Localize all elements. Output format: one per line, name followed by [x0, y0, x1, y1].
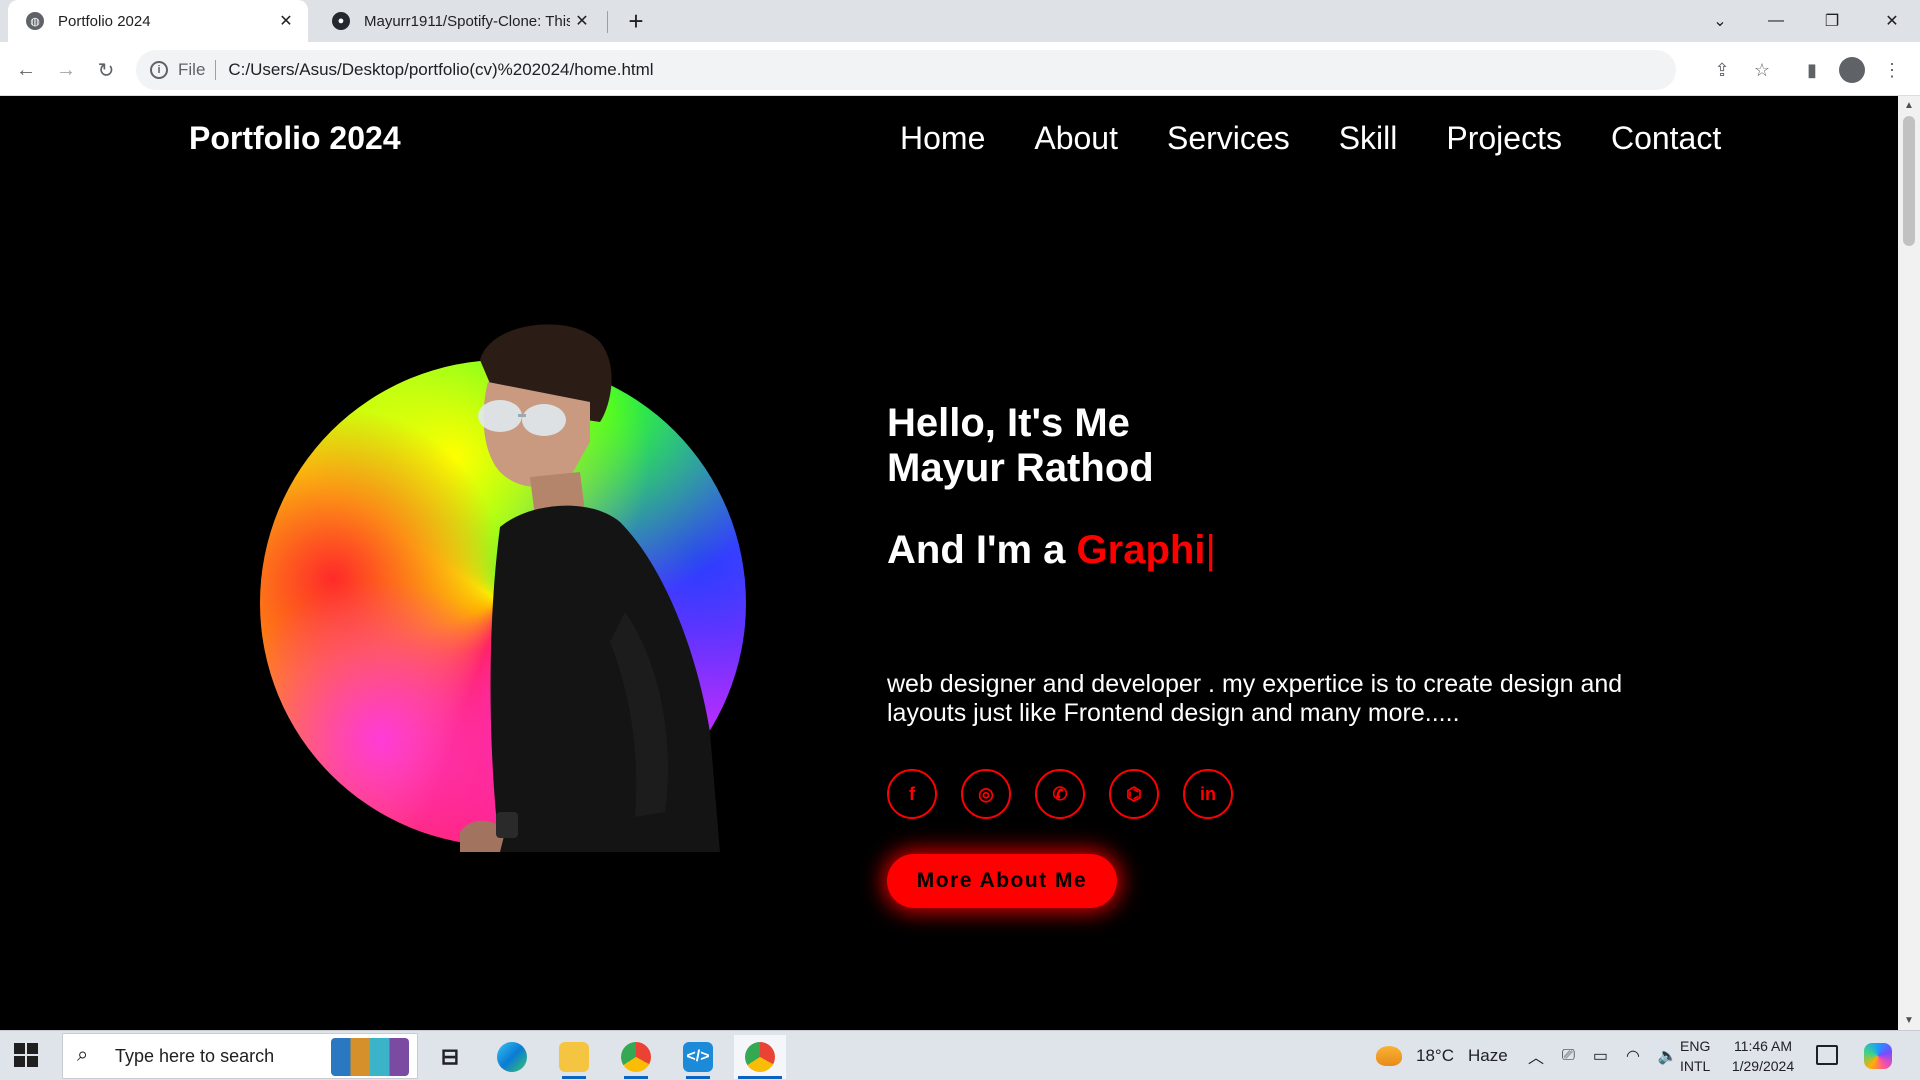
battery-icon[interactable]: ▭	[1593, 1046, 1608, 1066]
typing-caret: |	[1205, 528, 1216, 572]
browser-toolbar: ← → ↻ i File C:/Users/Asus/Desktop/portf…	[0, 42, 1920, 96]
nav-about[interactable]: About	[1034, 120, 1118, 157]
url-text[interactable]: C:/Users/Asus/Desktop/portfolio(cv)%2020…	[228, 60, 653, 80]
address-bar[interactable]: i File C:/Users/Asus/Desktop/portfolio(c…	[136, 50, 1676, 90]
share-icon[interactable]: ⇪	[1708, 56, 1736, 84]
site-logo[interactable]: Portfolio 2024	[189, 120, 401, 157]
avatar	[1839, 57, 1865, 83]
scroll-up-arrow-icon[interactable]: ▲	[1904, 100, 1914, 111]
github-icon[interactable]: ⌬	[1109, 769, 1159, 819]
role-prefix: And I'm a	[887, 528, 1077, 572]
tab-search-button[interactable]: ⌄	[1692, 0, 1748, 42]
nav-home[interactable]: Home	[900, 120, 985, 157]
globe-icon: ◍	[26, 12, 44, 30]
taskbar-vscode[interactable]: </>	[672, 1035, 724, 1079]
more-about-me-button[interactable]: More About Me	[887, 854, 1117, 908]
screen: ◍ Portfolio 2024 ✕ ● Mayurr1911/Spotify-…	[0, 0, 1920, 1080]
github-icon: ●	[332, 12, 350, 30]
person-silhouette	[460, 324, 720, 852]
wifi-icon[interactable]: ◠	[1626, 1046, 1640, 1066]
nav-projects[interactable]: Projects	[1446, 120, 1562, 157]
weather-condition: Haze	[1467, 1046, 1508, 1065]
restore-button[interactable]: ❐	[1804, 0, 1860, 42]
tab-github[interactable]: ● Mayurr1911/Spotify-Clone: This ✕	[314, 0, 604, 42]
lang-line-1: ENG	[1680, 1038, 1711, 1054]
edge-icon	[497, 1042, 527, 1072]
profile-button[interactable]	[1838, 56, 1866, 84]
volume-icon[interactable]: 🔈	[1658, 1046, 1678, 1066]
copilot-icon[interactable]	[1864, 1043, 1892, 1069]
hero-greeting-line: Hello, It's Me	[887, 401, 1130, 445]
chrome-icon	[621, 1042, 651, 1072]
taskbar-chrome-active[interactable]	[734, 1035, 786, 1079]
taskbar: ⌕ Type here to search ⊟ </> 18°C Haze ︿	[0, 1030, 1920, 1080]
chevron-up-icon[interactable]: ︿	[1528, 1044, 1544, 1068]
social-links: f ◎ ✆ ⌬ in	[887, 769, 1257, 819]
task-view-icon: ⊟	[440, 1044, 460, 1069]
input-language[interactable]: ENG INTL	[1680, 1036, 1710, 1076]
url-scheme: File	[178, 60, 217, 80]
close-icon[interactable]: ✕	[274, 9, 298, 33]
hero-portrait	[260, 312, 752, 852]
site-nav: Home About Services Skill Projects Conta…	[900, 120, 1721, 157]
search-placeholder: Type here to search	[115, 1045, 275, 1066]
tab-portfolio[interactable]: ◍ Portfolio 2024 ✕	[8, 0, 308, 42]
clock-date: 1/29/2024	[1731, 1058, 1795, 1074]
system-tray: ︿ ⎚ ▭ ◠ 🔈	[1528, 1031, 1678, 1080]
tab-title: Portfolio 2024	[58, 12, 151, 30]
haze-weather-icon	[1376, 1046, 1402, 1066]
scroll-down-arrow-icon[interactable]: ▼	[1904, 1015, 1914, 1026]
role-typed-text: Graphi	[1076, 528, 1206, 572]
minimize-button[interactable]: —	[1748, 0, 1804, 42]
browser-tab-bar: ◍ Portfolio 2024 ✕ ● Mayurr1911/Spotify-…	[0, 0, 1920, 42]
taskbar-clock[interactable]: 11:46 AM 1/29/2024	[1728, 1036, 1798, 1076]
taskbar-edge[interactable]	[486, 1035, 538, 1079]
task-view-button[interactable]: ⊟	[424, 1035, 476, 1079]
forward-button[interactable]: →	[50, 54, 82, 86]
bookmark-star-icon[interactable]: ☆	[1748, 56, 1776, 84]
taskbar-search[interactable]: ⌕ Type here to search	[62, 1033, 418, 1079]
close-window-button[interactable]: ✕	[1864, 0, 1920, 42]
page-viewport: Portfolio 2024 Home About Services Skill…	[0, 96, 1898, 1030]
nav-contact[interactable]: Contact	[1611, 120, 1721, 157]
info-icon[interactable]: i	[150, 61, 168, 79]
notification-icon[interactable]	[1816, 1045, 1838, 1065]
tab-title: Mayurr1911/Spotify-Clone: This	[364, 12, 570, 30]
menu-kebab-icon[interactable]: ⋮	[1878, 56, 1906, 84]
weather-widget[interactable]: 18°C Haze	[1376, 1031, 1508, 1080]
whatsapp-icon[interactable]: ✆	[1035, 769, 1085, 819]
clock-time: 11:46 AM	[1733, 1038, 1793, 1054]
lang-line-2: INTL	[1680, 1058, 1711, 1074]
tab-divider	[607, 11, 608, 33]
close-icon[interactable]: ✕	[570, 9, 594, 33]
instagram-icon[interactable]: ◎	[961, 769, 1011, 819]
scrollbar-thumb[interactable]	[1903, 116, 1915, 246]
taskbar-chrome[interactable]	[610, 1035, 662, 1079]
folder-icon	[559, 1042, 589, 1072]
hero-name: Mayur Rathod	[887, 446, 1154, 490]
windows-start-icon[interactable]	[14, 1043, 38, 1067]
page-scrollbar[interactable]: ▲ ▼	[1898, 96, 1920, 1030]
nav-services[interactable]: Services	[1167, 120, 1290, 157]
facebook-icon[interactable]: f	[887, 769, 937, 819]
reload-button[interactable]: ↻	[90, 54, 122, 86]
chrome-icon	[745, 1042, 775, 1072]
search-highlight-image	[331, 1038, 409, 1076]
new-tab-button[interactable]: +	[622, 8, 650, 36]
weather-temp: 18°C	[1416, 1046, 1454, 1065]
meet-now-icon[interactable]: ⎚	[1562, 1047, 1575, 1065]
taskbar-file-explorer[interactable]	[548, 1035, 600, 1079]
hero-greeting: Hello, It's Me Mayur Rathod	[887, 401, 1154, 491]
hero-description: web designer and developer . my expertic…	[887, 670, 1623, 727]
hero-role: And I'm a Graphi|	[887, 528, 1216, 573]
side-panel-icon[interactable]: ▮	[1798, 56, 1826, 84]
back-button[interactable]: ←	[10, 54, 42, 86]
search-icon: ⌕	[77, 1044, 89, 1066]
linkedin-icon[interactable]: in	[1183, 769, 1233, 819]
nav-skill[interactable]: Skill	[1339, 120, 1398, 157]
vscode-icon: </>	[683, 1042, 713, 1072]
